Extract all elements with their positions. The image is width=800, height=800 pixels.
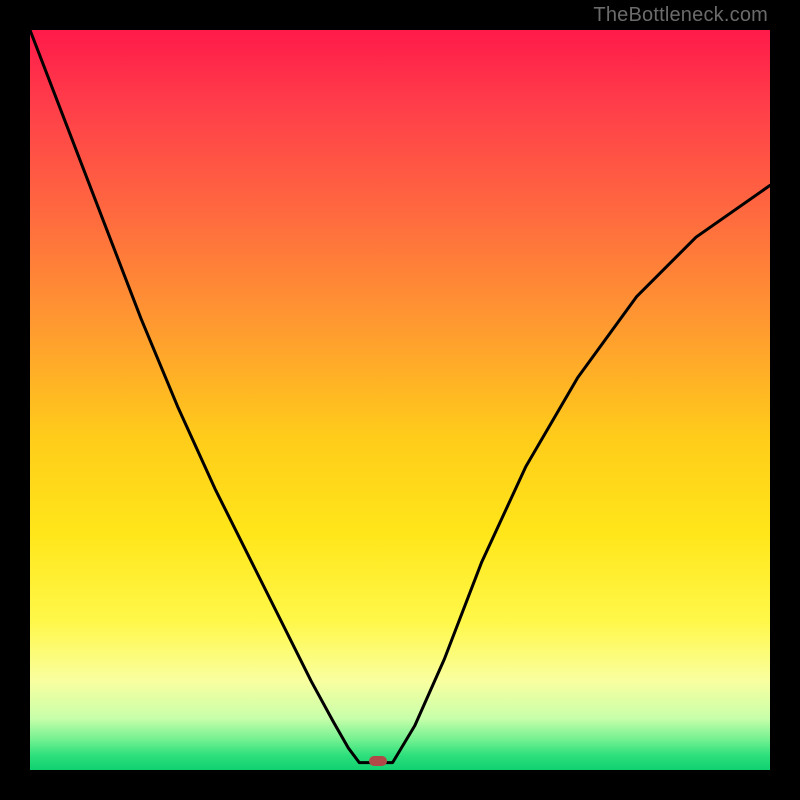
watermark-text: TheBottleneck.com bbox=[593, 4, 768, 27]
min-marker bbox=[369, 756, 387, 766]
plot-area bbox=[30, 30, 770, 770]
bottleneck-curve bbox=[30, 30, 770, 770]
curve-path bbox=[30, 30, 770, 763]
chart-frame: TheBottleneck.com bbox=[0, 0, 800, 800]
